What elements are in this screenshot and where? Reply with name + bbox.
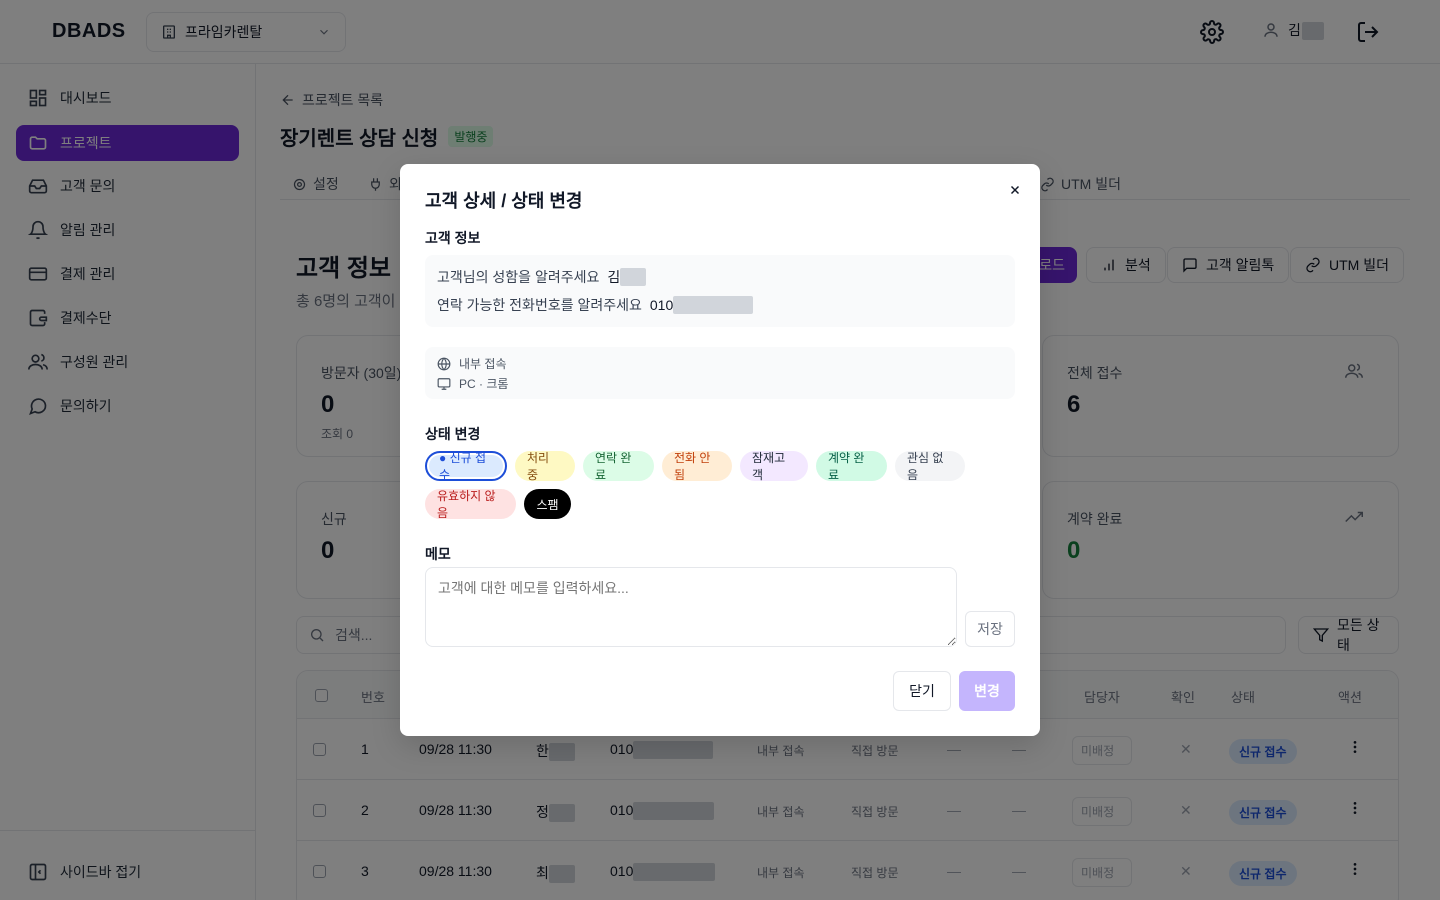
status-chip-new[interactable]: ● 신규 접수 <box>425 451 507 482</box>
status-chip-contacted[interactable]: 연락 완료 <box>583 451 654 482</box>
chip-label: 스팸 <box>536 497 559 512</box>
status-chip-no-answer[interactable]: 전화 안됨 <box>662 451 732 482</box>
memo-label: 메모 <box>425 546 451 562</box>
save-memo-button[interactable]: 저장 <box>965 611 1015 647</box>
chip-label: 연락 완료 <box>595 451 632 482</box>
monitor-icon <box>437 377 451 391</box>
chip-label: 관심 없음 <box>907 451 944 482</box>
name-line: 고객님의 성함을 알려주세요 김 <box>437 267 647 287</box>
name-question: 고객님의 성함을 알려주세요 <box>437 269 600 285</box>
device-line: PC · 크롬 <box>437 375 508 392</box>
globe-icon <box>437 357 451 371</box>
chip-label: 전화 안됨 <box>674 451 711 482</box>
customer-info-box: 고객님의 성함을 알려주세요 김 연락 가능한 전화번호를 알려주세요 010 <box>425 255 1015 327</box>
chip-label: ● 신규 접수 <box>439 451 487 482</box>
phone-value: 010 <box>650 296 754 314</box>
customer-info-label: 고객 정보 <box>425 230 481 246</box>
chip-label: 계약 완료 <box>828 451 865 482</box>
status-chip-not-interested[interactable]: 관심 없음 <box>895 451 965 482</box>
status-chip-spam[interactable]: 스팸 <box>524 489 571 519</box>
memo-input[interactable] <box>425 567 957 647</box>
chip-label: 유효하지 않음 <box>437 489 496 520</box>
status-chip-processing[interactable]: 처리 중 <box>515 451 575 482</box>
customer-detail-modal: 고객 상세 / 상태 변경 고객 정보 고객님의 성함을 알려주세요 김 연락 … <box>400 164 1040 736</box>
chip-label: 처리 중 <box>527 451 550 482</box>
status-chip-contracted[interactable]: 계약 완료 <box>816 451 887 482</box>
phone-line: 연락 가능한 전화번호를 알려주세요 010 <box>437 295 754 315</box>
device-text: PC · 크롬 <box>459 377 509 391</box>
change-status-button[interactable]: 변경 <box>959 671 1015 711</box>
close-button[interactable]: 닫기 <box>893 671 951 711</box>
phone-question: 연락 가능한 전화번호를 알려주세요 <box>437 297 642 313</box>
chip-label: 잠재고객 <box>752 451 786 482</box>
visit-meta-box: 내부 접속 PC · 크롬 <box>425 347 1015 399</box>
name-value: 김 <box>607 267 647 287</box>
status-change-label: 상태 변경 <box>425 426 481 442</box>
status-chip-prospect[interactable]: 잠재고객 <box>740 451 808 482</box>
modal-title: 고객 상세 / 상태 변경 <box>425 191 583 211</box>
source-line: 내부 접속 <box>437 355 507 372</box>
status-chip-invalid[interactable]: 유효하지 않음 <box>425 489 516 520</box>
source-text: 내부 접속 <box>459 357 507 371</box>
close-icon[interactable] <box>1006 181 1024 199</box>
